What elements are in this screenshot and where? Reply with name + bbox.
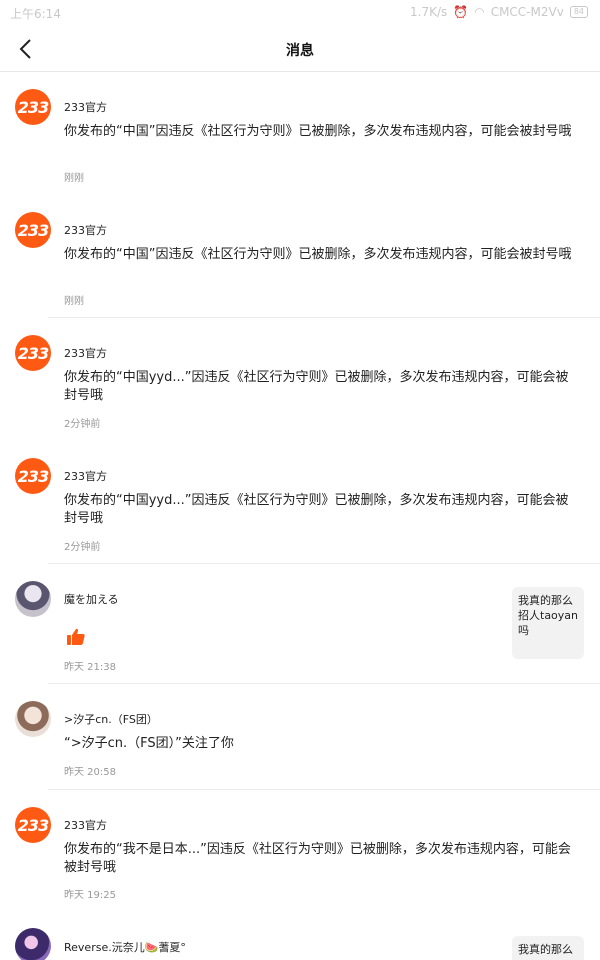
avatar[interactable]: 233 xyxy=(15,458,51,494)
message-time: 刚刚 xyxy=(64,296,84,307)
sender-name[interactable]: 233官方 xyxy=(64,468,107,484)
message-time: 刚刚 xyxy=(64,173,84,184)
avatar[interactable]: 233 xyxy=(15,89,51,125)
message-content: 你发布的“中国”因违反《社区行为守则》已被删除，多次发布违规内容，可能会被封号哦 xyxy=(64,124,572,139)
divider xyxy=(48,563,600,564)
network-speed: 1.7K/s xyxy=(410,5,448,19)
message-time: 2分钟前 xyxy=(64,419,101,430)
message-item[interactable]: Reverse.沅奈儿🍉蓍夏° 我真的那么 xyxy=(0,914,600,960)
avatar[interactable]: 233 xyxy=(15,212,51,248)
message-item[interactable]: 233 233官方 你发布的“我不是日本...”因违反《社区行为守则》已被删除，… xyxy=(0,791,600,913)
avatar[interactable] xyxy=(15,701,51,737)
related-post-preview[interactable]: 我真的那么招人taoyan吗 xyxy=(512,587,584,659)
message-item[interactable]: 魔を加える 昨天 21:38 我真的那么招人taoyan吗 xyxy=(0,565,600,684)
message-content: 你发布的“中国”因违反《社区行为守则》已被删除，多次发布违规内容，可能会被封号哦 xyxy=(64,247,572,262)
message-item[interactable]: 233 233官方 你发布的“中国”因违反《社区行为守则》已被删除，多次发布违规… xyxy=(0,73,600,195)
avatar[interactable] xyxy=(15,581,51,617)
status-time: 上午6:14 xyxy=(10,7,61,21)
sender-name[interactable]: 魔を加える xyxy=(64,591,119,607)
sender-name[interactable]: 233官方 xyxy=(64,345,107,361)
message-item[interactable]: 233 233官方 你发布的“中国yyd...”因违反《社区行为守则》已被删除，… xyxy=(0,319,600,441)
divider xyxy=(48,683,600,684)
status-bar: 上午6:14 1.7K/s ⏰ ◠ CMCC-M2Vv 84 xyxy=(0,0,600,26)
divider xyxy=(48,789,600,790)
header: 消息 xyxy=(0,26,600,72)
battery-icon: 84 xyxy=(569,6,588,18)
message-content: 你发布的“中国yyd...”因违反《社区行为守则》已被删除，多次发布违规内容，可… xyxy=(64,370,569,403)
sender-name[interactable]: >汐子cn.（FS团） xyxy=(64,711,158,727)
sender-name[interactable]: 233官方 xyxy=(64,817,107,833)
thumbs-up-icon xyxy=(67,628,85,645)
message-content: “>汐子cn.（FS团）”关注了你 xyxy=(64,736,234,751)
message-time: 2分钟前 xyxy=(64,542,101,553)
carrier-name: CMCC-M2Vv xyxy=(490,5,564,19)
wifi-icon: ◠ xyxy=(474,5,485,19)
avatar[interactable]: 233 xyxy=(15,807,51,843)
status-indicators: 1.7K/s ⏰ ◠ CMCC-M2Vv 84 xyxy=(410,5,588,19)
message-time: 昨天 21:38 xyxy=(64,662,116,673)
message-item[interactable]: 233 233官方 你发布的“中国”因违反《社区行为守则》已被删除，多次发布违规… xyxy=(0,196,600,318)
message-time: 昨天 19:25 xyxy=(64,890,116,901)
message-time: 昨天 20:58 xyxy=(64,767,116,778)
related-post-preview[interactable]: 我真的那么 xyxy=(512,936,584,960)
message-content: 你发布的“我不是日本...”因违反《社区行为守则》已被删除，多次发布违规内容，可… xyxy=(64,842,571,875)
message-item[interactable]: 233 233官方 你发布的“中国yyd...”因违反《社区行为守则》已被删除，… xyxy=(0,442,600,564)
sender-name[interactable]: 233官方 xyxy=(64,222,107,238)
avatar[interactable] xyxy=(15,928,51,960)
avatar[interactable]: 233 xyxy=(15,335,51,371)
divider xyxy=(48,317,600,318)
sender-name[interactable]: 233官方 xyxy=(64,99,107,115)
sender-name[interactable]: Reverse.沅奈儿🍉蓍夏° xyxy=(64,939,186,955)
page-title: 消息 xyxy=(286,43,314,59)
message-item[interactable]: >汐子cn.（FS团） “>汐子cn.（FS团）”关注了你 昨天 20:58 xyxy=(0,685,600,790)
message-content: 你发布的“中国yyd...”因违反《社区行为守则》已被删除，多次发布违规内容，可… xyxy=(64,493,569,526)
alarm-icon: ⏰ xyxy=(453,5,469,19)
